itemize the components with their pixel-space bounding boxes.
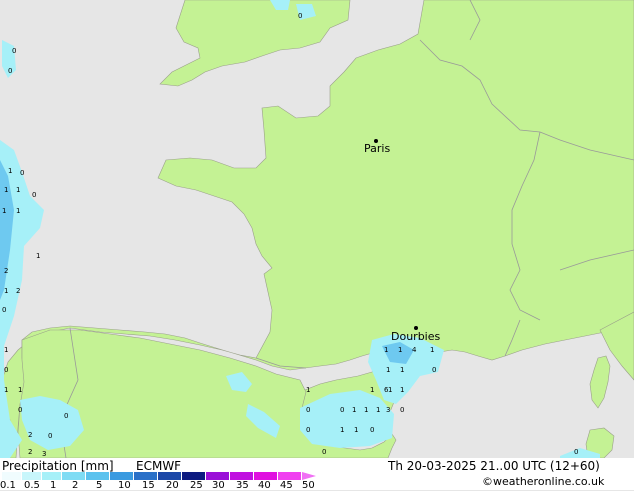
precip-value: 0 [298, 12, 302, 20]
city-label-paris: Paris [364, 142, 390, 155]
precip-value: 1 [398, 346, 402, 354]
legend-swatch [86, 472, 110, 480]
legend-swatch [278, 472, 302, 480]
legend-arrow [302, 472, 316, 480]
precip-value: 1 [340, 426, 344, 434]
precip-value: 1 [36, 252, 40, 260]
precip-value: 1 [4, 386, 8, 394]
precip-value: 1 [364, 406, 368, 414]
precip-value: 0 [2, 306, 6, 314]
legend-swatch [230, 472, 254, 480]
precipitation-map: Paris Dourbies 0 0 1 0 1 1 0 1 1 1 2 1 2… [0, 0, 634, 458]
precip-value: 0 [18, 406, 22, 414]
map-view: Paris Dourbies 0 0 1 0 1 1 0 1 1 1 2 1 2… [0, 0, 634, 491]
precip-value: 1 [400, 366, 404, 374]
precip-value: 0 [32, 191, 36, 199]
legend-label: 1 [50, 480, 57, 491]
legend-label: 35 [236, 480, 249, 491]
precip-value: 0 [432, 366, 436, 374]
precip-value: 2 [16, 287, 20, 295]
legend-swatch [158, 472, 182, 480]
precip-value: 0 [64, 412, 68, 420]
legend-label: 20 [166, 480, 179, 491]
precip-value: 1 [4, 186, 8, 194]
precip-value: 1 [306, 386, 310, 394]
precip-value: 0 [306, 426, 310, 434]
precip-value: 1 [4, 346, 8, 354]
precip-value: 0 [8, 67, 12, 75]
precip-value: 1 [430, 346, 434, 354]
legend-label: 45 [280, 480, 293, 491]
precip-value: 1 [384, 346, 388, 354]
precip-value: 0 [48, 432, 52, 440]
precip-value: 1 [386, 366, 390, 374]
precip-value: 0 [370, 426, 374, 434]
precip-value: 2 [28, 448, 32, 456]
precip-value: 3 [42, 450, 46, 458]
precip-value: 1 [4, 287, 8, 295]
precip-value: 0 [340, 406, 344, 414]
legend-swatch [22, 472, 42, 480]
precip-value: 1 [2, 207, 6, 215]
precip-value: 0 [322, 448, 326, 456]
precip-value: 1 [376, 406, 380, 414]
precip-value: 1 [16, 207, 20, 215]
precip-value: 4 [412, 346, 417, 354]
forecast-datetime: Th 20-03-2025 21..00 UTC (12+60) [388, 459, 600, 473]
legend-swatch [110, 472, 134, 480]
legend-labels: 0.1 0.5 1 2 5 10 15 20 25 30 35 40 45 50 [0, 480, 330, 491]
precip-value: 1 [352, 406, 356, 414]
legend-swatch [254, 472, 278, 480]
legend-label: 0.5 [24, 480, 40, 491]
precip-value: 1 [16, 186, 20, 194]
precip-value: 2 [28, 431, 32, 439]
precip-value: 0 [574, 448, 578, 456]
legend-label: 15 [142, 480, 155, 491]
precip-value: 1 [8, 167, 12, 175]
precip-value: 2 [4, 267, 8, 275]
precip-value: 1 [18, 386, 22, 394]
city-label-dourbies: Dourbies [391, 330, 441, 343]
legend-swatch [134, 472, 158, 480]
legend-label: 0.1 [0, 480, 16, 491]
precip-value: 0 [20, 169, 24, 177]
precip-value: 1 [400, 386, 404, 394]
precip-value: 1 [354, 426, 358, 434]
legend-label: 25 [190, 480, 203, 491]
precip-title: Precipitation [mm] [2, 459, 114, 473]
precip-value: 3 [386, 406, 390, 414]
precip-value: 1 [388, 386, 392, 394]
precip-value: 0 [12, 47, 16, 55]
credit-text: ©weatheronline.co.uk [482, 475, 605, 488]
precip-value: 1 [370, 386, 374, 394]
precip-value: 0 [4, 366, 8, 374]
legend-label: 40 [258, 480, 271, 491]
legend-swatch [2, 472, 22, 480]
precip-value: 6 [384, 386, 389, 394]
legend-label: 2 [72, 480, 79, 491]
precip-value: 0 [400, 406, 404, 414]
legend-label: 10 [118, 480, 131, 491]
legend-label: 30 [212, 480, 225, 491]
legend-label: 5 [96, 480, 103, 491]
legend-swatch [182, 472, 206, 480]
legend-swatch [206, 472, 230, 480]
legend-swatch [42, 472, 62, 480]
precip-value: 0 [306, 406, 310, 414]
legend-label: 50 [302, 480, 315, 491]
model-name: ECMWF [136, 459, 182, 473]
legend-swatch [62, 472, 86, 480]
precip-legend-bar [2, 472, 316, 480]
